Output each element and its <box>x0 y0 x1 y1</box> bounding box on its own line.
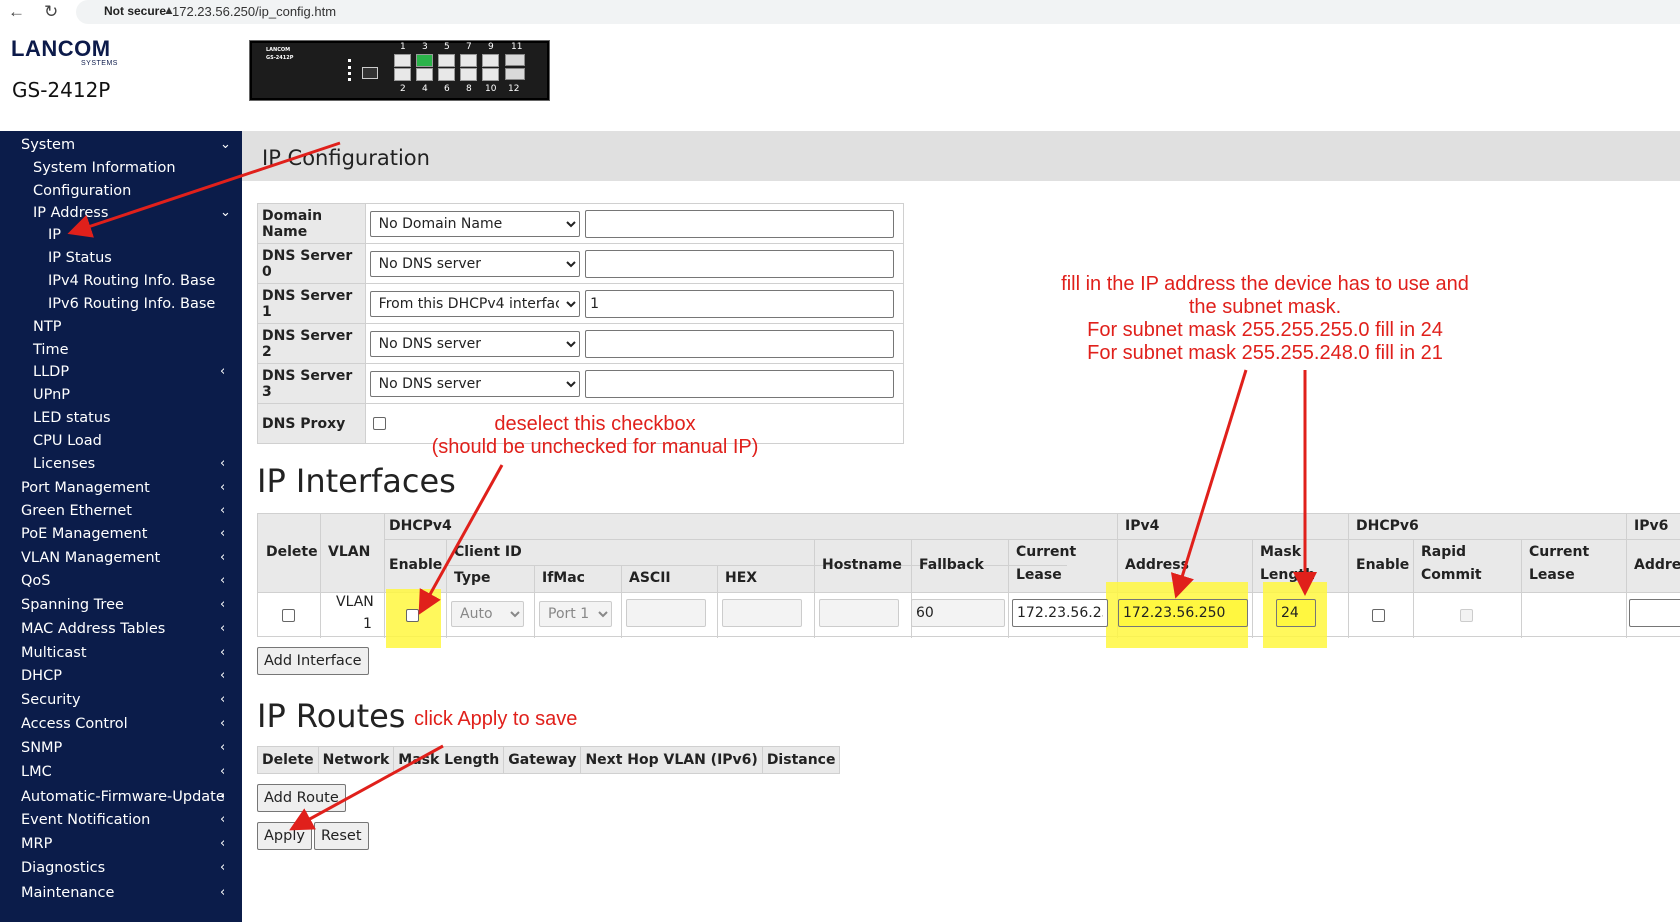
arrow-to-address <box>1170 369 1248 599</box>
annotation-arrows <box>67 141 1317 831</box>
arrow-to-apply <box>289 744 444 831</box>
arrow-to-enable <box>418 464 504 615</box>
arrow-to-ip-nav <box>67 141 341 238</box>
